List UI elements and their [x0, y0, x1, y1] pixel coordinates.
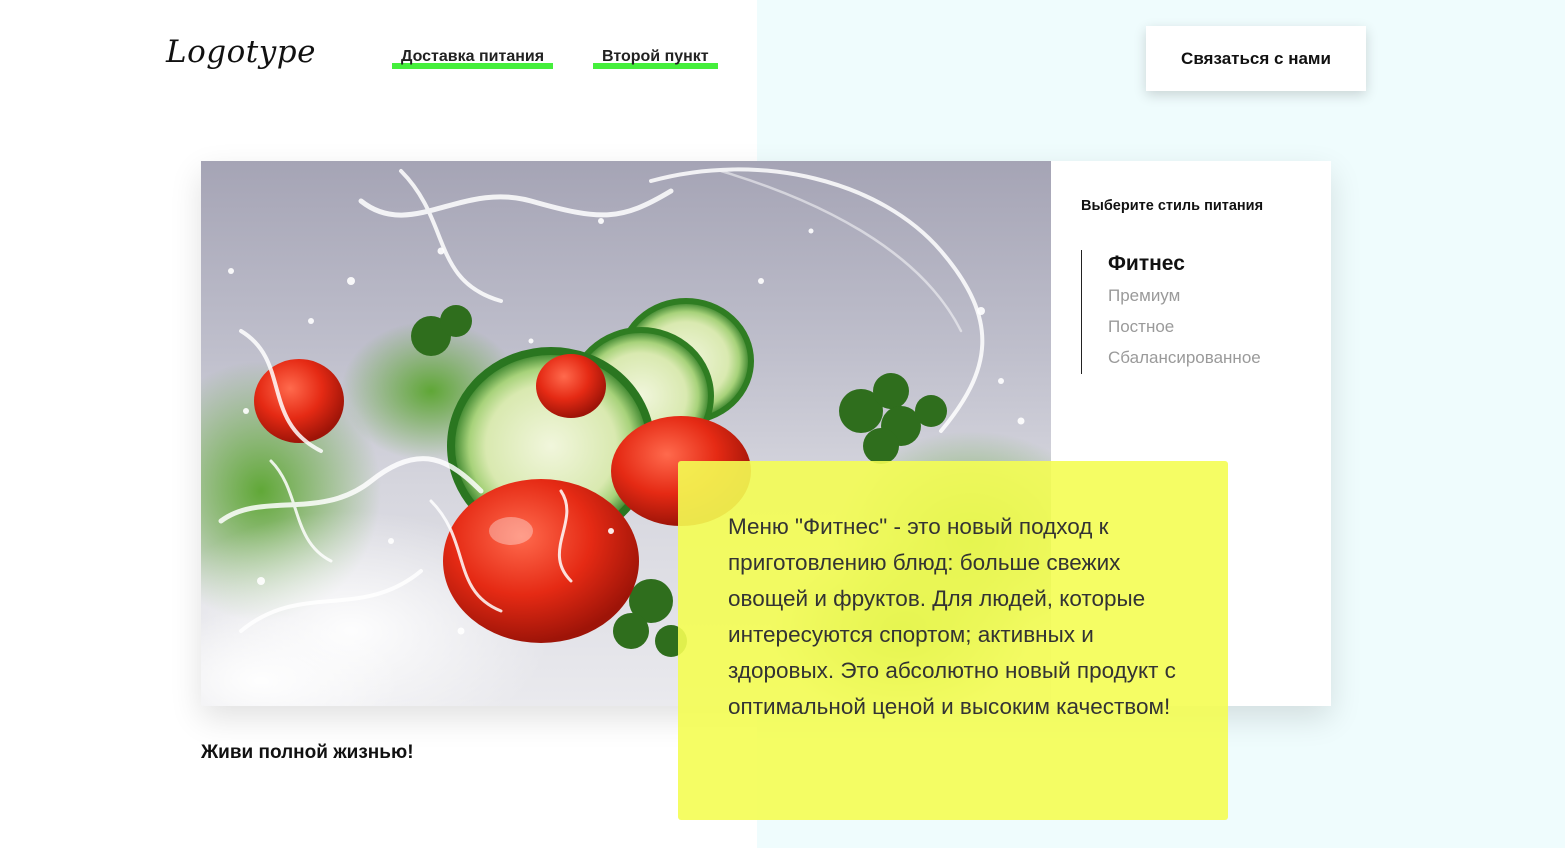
- logo[interactable]: Logotype: [166, 34, 316, 70]
- diet-style-fitness[interactable]: Фитнес: [1108, 252, 1261, 276]
- tagline: Живи полной жизнью!: [201, 742, 414, 763]
- contact-us-button[interactable]: Связаться с нами: [1146, 26, 1366, 91]
- diet-style-list: Фитнес Премиум Постное Сбалансированное: [1081, 250, 1261, 374]
- nav-link-second-item[interactable]: Второй пункт: [593, 48, 718, 69]
- diet-style-title: Выберите стиль питания: [1081, 198, 1264, 214]
- nav-link-label: Второй пункт: [602, 48, 709, 65]
- diet-style-balanced[interactable]: Сбалансированное: [1108, 348, 1261, 368]
- menu-description-box: Меню "Фитнес" - это новый подход к приго…: [678, 461, 1228, 820]
- diet-style-lenten[interactable]: Постное: [1108, 317, 1261, 337]
- menu-description-text: Меню "Фитнес" - это новый подход к приго…: [728, 514, 1176, 719]
- diet-style-premium[interactable]: Премиум: [1108, 286, 1261, 306]
- nav-link-food-delivery[interactable]: Доставка питания: [392, 48, 554, 69]
- nav-link-label: Доставка питания: [401, 48, 545, 65]
